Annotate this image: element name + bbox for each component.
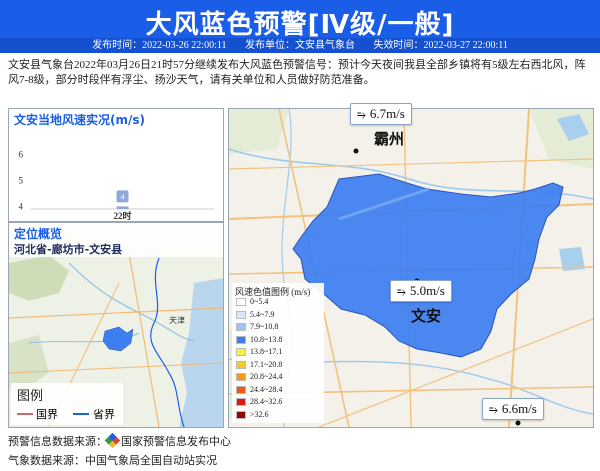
warning-description: 文安县气象台2022年03月26日21时57分继续发布大风蓝色预警信号：预计今天… [8,59,586,86]
x-tick-label: 22时 [113,210,131,221]
location-subtitle: 河北省-廊坊市-文安县 [14,243,123,256]
country-border-swatch [17,413,33,415]
legend-swatch [236,410,246,419]
wind-legend-title: 风速色值图例 (m/s) [235,287,311,297]
legend-label: 20.8~24.4 [250,372,283,381]
callout-wenan-speed: 5.0m/s [409,283,445,298]
wind-direction-icon: ⥱ [489,404,498,416]
legend-swatch [236,373,246,381]
location-title: 定位概览 [14,227,63,241]
data-label: 4 [121,192,125,201]
header-banner: 大风蓝色预警[Ⅳ级/一般] 发布时间：2022-03-26 22:00:11 发… [0,0,600,53]
warning-source-label: 预警信息数据来源： [8,436,107,448]
y-tick-label: 5 [19,175,24,185]
province-border-swatch [73,413,89,415]
legend-swatch [236,398,246,406]
legend-label: 17.1~20.8 [250,359,283,369]
wind-bar [116,206,129,209]
wind-chart: 6 5 4 4 22时 [19,150,214,221]
legend-swatch [236,323,246,331]
y-tick-label: 6 [19,150,24,160]
y-tick-label: 4 [19,201,24,211]
legend-swatch [236,310,246,319]
province-border-label: 省界 [93,408,115,421]
city-bazhou: 霸州 [374,132,405,148]
location-panel: 天津 定位概览 河北省-廊坊市-文安县 图例 国界 省界 [8,222,224,428]
wind-color-legend: 风速色值图例 (m/s) 0~5.4 5.4~7.9 7.9~10.8 10.8~13… [232,283,324,423]
callout-southeast[interactable]: ⥱ 6.6m/s [482,398,544,420]
county-wenan: 文安 [411,309,442,325]
legend-label: 13.8~17.1 [250,347,283,356]
warning-source: 预警信息数据来源： 国家预警信息发布中心 [8,432,231,449]
legend-swatch [236,298,246,306]
publisher: 发布单位：文安县气象台 [245,40,355,51]
publish-time: 发布时间：2022-03-26 22:00:11 [92,40,227,51]
legend-label: >32.6 [250,409,269,419]
callout-southeast-speed: 6.6m/s [501,401,537,416]
legend-label: 10.8~13.8 [250,334,283,344]
location-legend-title: 图例 [17,389,44,404]
legend-label: 24.4~28.4 [250,384,283,394]
page-title: 大风蓝色预警[Ⅳ级/一般] [145,10,455,40]
warning-source-name: 国家预警信息发布中心 [121,436,231,448]
warning-source-logo-icon [104,432,121,449]
wind-chart-panel: 文安当地风速实况(m/s) 6 5 4 4 22时 [8,108,224,222]
country-border-label: 国界 [36,408,58,421]
expire-time: 失效时间：2022-03-27 22:00:11 [373,40,508,51]
weather-data-source: 气象数据来源：中国气象局全国自动站实况 [8,455,217,467]
wind-direction-icon: ⥱ [357,109,366,121]
callout-bazhou-speed: 6.7m/s [369,106,405,121]
legend-label: 7.9~10.8 [250,322,279,331]
legend-label: 5.4~7.9 [250,309,275,319]
location-legend: 图例 国界 省界 [11,383,123,425]
legend-swatch [236,335,246,344]
legend-swatch [236,348,246,356]
warning-meta: 发布时间：2022-03-26 22:00:11 发布单位：文安县气象台 失效时… [0,38,600,53]
callout-bazhou[interactable]: ⥱ 6.7m/s [350,103,412,125]
place-tianjin: 天津 [169,315,185,325]
legend-label: 28.4~32.6 [250,397,283,406]
legend-label: 0~5.4 [250,297,269,306]
legend-swatch [236,385,246,394]
legend-swatch [236,360,246,369]
callout-wenan[interactable]: ⥱ 5.0m/s [390,280,452,302]
wind-direction-icon: ⥱ [397,286,406,298]
